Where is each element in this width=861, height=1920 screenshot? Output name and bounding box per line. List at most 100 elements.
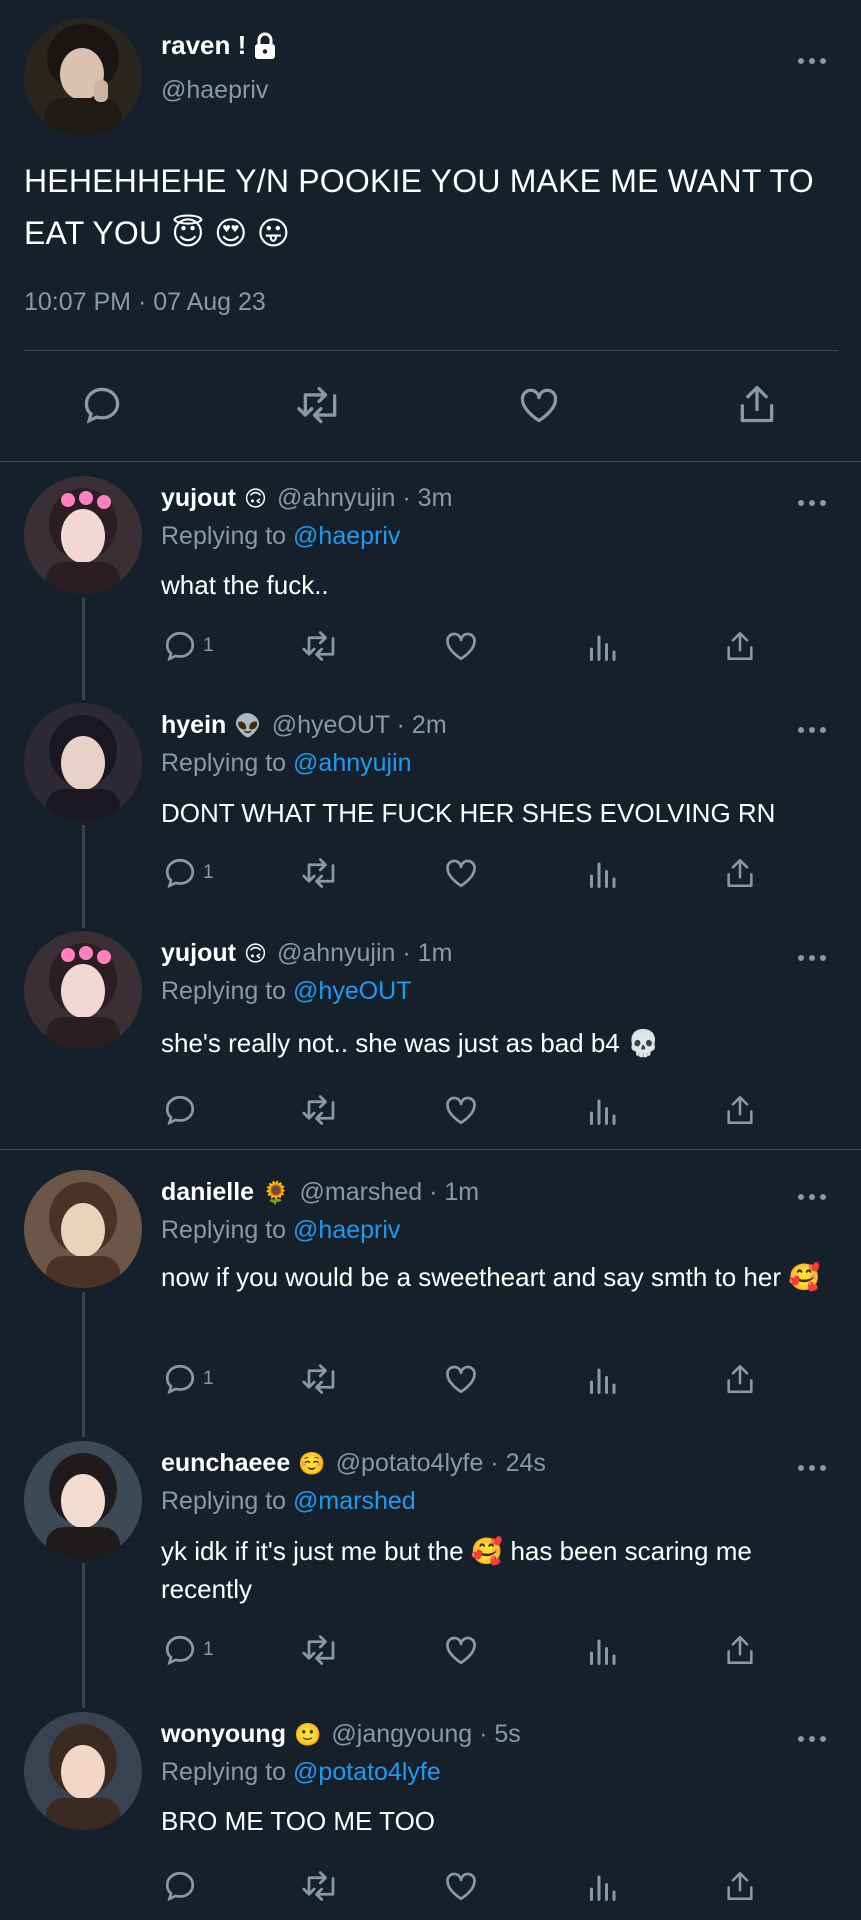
- views-icon[interactable]: [586, 1868, 618, 1904]
- replying-prefix: Replying to: [161, 1487, 287, 1515]
- retweet-icon[interactable]: [296, 383, 344, 427]
- reply-text: now if you would be a sweetheart and say…: [161, 1262, 821, 1292]
- like-icon[interactable]: [442, 1361, 480, 1397]
- retweet-icon[interactable]: [300, 1868, 342, 1904]
- display-name[interactable]: hyein: [161, 711, 226, 740]
- display-name[interactable]: eunchaeee: [161, 1449, 290, 1478]
- thread-line: [82, 1292, 85, 1437]
- share-icon[interactable]: [723, 1632, 757, 1668]
- handle-time[interactable]: @ahnyujin · 3m: [277, 484, 452, 513]
- handle[interactable]: @haepriv: [161, 76, 268, 105]
- views-icon[interactable]: [586, 1092, 618, 1128]
- timestamp[interactable]: 10:07 PM · 07 Aug 23: [24, 288, 266, 317]
- handle-time[interactable]: @potato4lyfe · 24s: [336, 1449, 546, 1478]
- more-options-icon[interactable]: [797, 1459, 827, 1471]
- reply-button[interactable]: [161, 1092, 203, 1128]
- views-icon[interactable]: [586, 1632, 618, 1668]
- handle-time[interactable]: @ahnyujin · 1m: [277, 939, 452, 968]
- thread-line: [82, 825, 85, 928]
- retweet-icon[interactable]: [300, 855, 342, 891]
- reply-header: eunchaeee ☺️ @potato4lyfe · 24s: [161, 1449, 546, 1478]
- like-icon[interactable]: [442, 1092, 480, 1128]
- replying-prefix: Replying to: [161, 1216, 287, 1244]
- replying-to-link[interactable]: @haepriv: [293, 522, 400, 550]
- share-icon[interactable]: [735, 381, 779, 427]
- reply-count: 1: [203, 1368, 214, 1389]
- reply-text: yk idk if it's just me but the 🥰 has bee…: [161, 1536, 752, 1604]
- views-icon[interactable]: [586, 628, 618, 664]
- name-emoji: 👽: [234, 712, 262, 738]
- share-icon[interactable]: [723, 1092, 757, 1128]
- replying-to-link[interactable]: @potato4lyfe: [293, 1758, 441, 1786]
- views-icon[interactable]: [586, 855, 618, 891]
- replying-to: Replying to @haepriv: [161, 522, 400, 551]
- divider: [0, 461, 861, 462]
- like-icon[interactable]: [442, 855, 480, 891]
- reply-button[interactable]: 1: [161, 1361, 214, 1397]
- reply-icon[interactable]: [80, 383, 124, 427]
- replying-to: Replying to @marshed: [161, 1487, 416, 1516]
- reply-button[interactable]: 1: [161, 1632, 214, 1668]
- avatar[interactable]: [24, 1441, 142, 1559]
- reply-header: danielle 🌻 @marshed · 1m: [161, 1178, 479, 1207]
- more-options-icon[interactable]: [797, 721, 827, 733]
- replying-prefix: Replying to: [161, 749, 287, 777]
- handle-time[interactable]: @marshed · 1m: [300, 1178, 480, 1207]
- display-name[interactable]: raven !: [161, 30, 278, 61]
- retweet-icon[interactable]: [300, 1632, 342, 1668]
- like-icon[interactable]: [516, 383, 562, 427]
- reply-text: BRO ME TOO ME TOO: [161, 1806, 436, 1836]
- views-icon[interactable]: [586, 1361, 618, 1397]
- display-name[interactable]: wonyoung: [161, 1720, 286, 1749]
- avatar[interactable]: [24, 476, 142, 594]
- like-icon[interactable]: [442, 1868, 480, 1904]
- more-options-icon[interactable]: [797, 949, 827, 961]
- thread-line: [82, 598, 85, 700]
- like-icon[interactable]: [442, 628, 480, 664]
- retweet-icon[interactable]: [300, 628, 342, 664]
- divider: [24, 350, 838, 351]
- more-options-icon[interactable]: [797, 52, 827, 64]
- reply-header: yujout 🙃 @ahnyujin · 3m: [161, 484, 452, 513]
- share-icon[interactable]: [723, 1361, 757, 1397]
- display-name[interactable]: yujout: [161, 484, 236, 513]
- avatar[interactable]: [24, 18, 142, 136]
- more-options-icon[interactable]: [797, 494, 827, 506]
- reply-button[interactable]: 1: [161, 628, 214, 664]
- avatar[interactable]: [24, 931, 142, 1049]
- avatar[interactable]: [24, 703, 142, 821]
- display-name[interactable]: yujout: [161, 939, 236, 968]
- reply-header: yujout 🙃 @ahnyujin · 1m: [161, 939, 452, 968]
- replying-to-link[interactable]: @hyeOUT: [293, 977, 411, 1005]
- thread-line: [82, 1563, 85, 1708]
- retweet-icon[interactable]: [300, 1361, 342, 1397]
- reply-icon: [161, 1361, 199, 1397]
- replying-to: Replying to @haepriv: [161, 1216, 400, 1245]
- handle-time[interactable]: @hyeOUT · 2m: [272, 711, 447, 740]
- avatar[interactable]: [24, 1712, 142, 1830]
- share-icon[interactable]: [723, 628, 757, 664]
- reply-text: DONT WHAT THE FUCK HER SHES EVOLVING RN: [161, 798, 776, 828]
- name-emoji: 🙃: [244, 485, 267, 511]
- replying-to: Replying to @potato4lyfe: [161, 1758, 441, 1787]
- name-emoji: 🙃: [244, 940, 267, 966]
- display-name[interactable]: danielle: [161, 1178, 254, 1207]
- reply-button[interactable]: [161, 1868, 203, 1904]
- reply-button[interactable]: 1: [161, 855, 214, 891]
- display-name-text: raven !: [161, 30, 247, 60]
- more-options-icon[interactable]: [797, 1730, 827, 1742]
- share-icon[interactable]: [723, 855, 757, 891]
- replying-to-link[interactable]: @marshed: [293, 1487, 416, 1515]
- replying-to-link[interactable]: @ahnyujin: [293, 749, 412, 777]
- handle-time[interactable]: @jangyoung · 5s: [331, 1720, 520, 1749]
- replying-to-link[interactable]: @haepriv: [293, 1216, 400, 1244]
- avatar[interactable]: [24, 1170, 142, 1288]
- like-icon[interactable]: [442, 1632, 480, 1668]
- reply-icon: [161, 628, 199, 664]
- reply-text: she's really not.. she was just as bad b…: [161, 1028, 660, 1058]
- more-options-icon[interactable]: [797, 1188, 827, 1200]
- retweet-icon[interactable]: [300, 1092, 342, 1128]
- reply-icon: [161, 1092, 199, 1128]
- share-icon[interactable]: [723, 1868, 757, 1904]
- reply-icon: [161, 1868, 199, 1904]
